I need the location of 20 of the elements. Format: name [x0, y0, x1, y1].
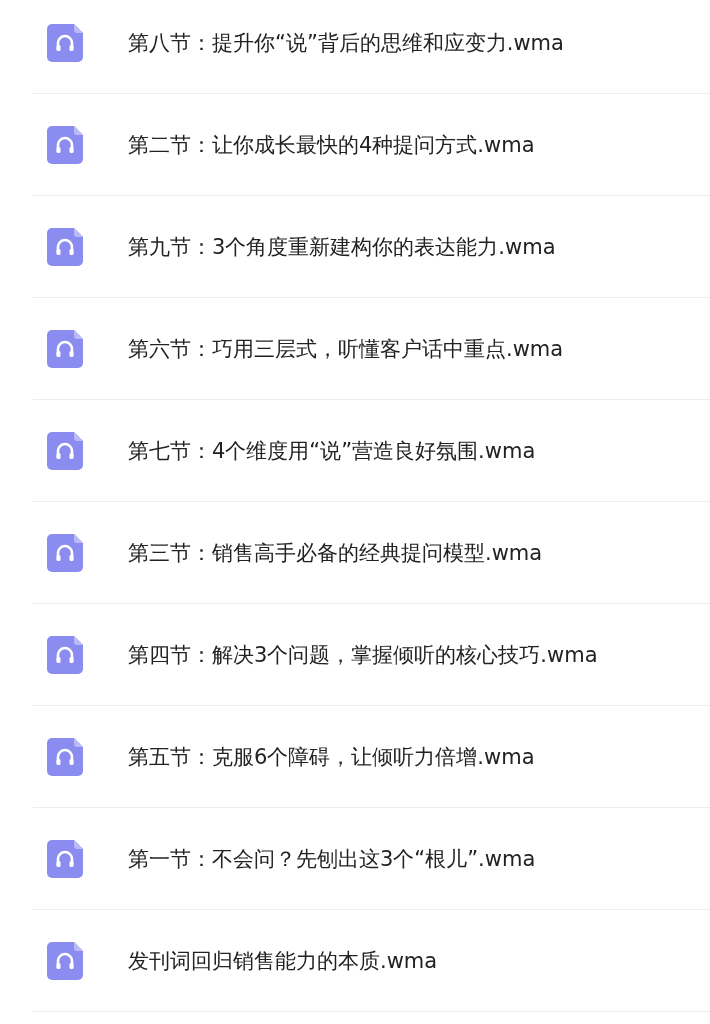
audio-file-icon — [47, 125, 83, 164]
audio-file-icon — [47, 737, 83, 776]
file-name[interactable]: 第五节：克服6个障碍，让倾听力倍增.wma — [128, 742, 535, 771]
file-name[interactable]: 第四节：解决3个问题，掌握倾听的核心技巧.wma — [128, 640, 598, 669]
file-name[interactable]: 第二节：让你成长最快的4种提问方式.wma — [128, 130, 535, 159]
audio-file-icon — [47, 635, 83, 674]
file-name[interactable]: 第三节：销售高手必备的经典提问模型.wma — [128, 538, 543, 567]
audio-file-icon — [47, 227, 83, 266]
file-name[interactable]: 第九节：3个角度重新建构你的表达能力.wma — [128, 232, 556, 261]
audio-file-icon — [47, 839, 83, 878]
file-name[interactable]: 第一节：不会问？先刨出这3个“根儿”.wma — [128, 844, 536, 873]
audio-file-icon — [47, 941, 83, 980]
audio-file-icon — [47, 431, 83, 470]
audio-file-icon — [47, 533, 83, 572]
file-name[interactable]: 第八节：提升你“说”背后的思维和应变力.wma — [128, 28, 564, 57]
file-name[interactable]: 第七节：4个维度用“说”营造良好氛围.wma — [128, 436, 536, 465]
file-name[interactable]: 第六节：巧用三层式，听懂客户话中重点.wma — [128, 334, 564, 363]
audio-file-icon — [47, 329, 83, 368]
audio-file-icon — [47, 23, 83, 62]
file-name[interactable]: 发刊词回归销售能力的本质.wma — [128, 946, 438, 975]
